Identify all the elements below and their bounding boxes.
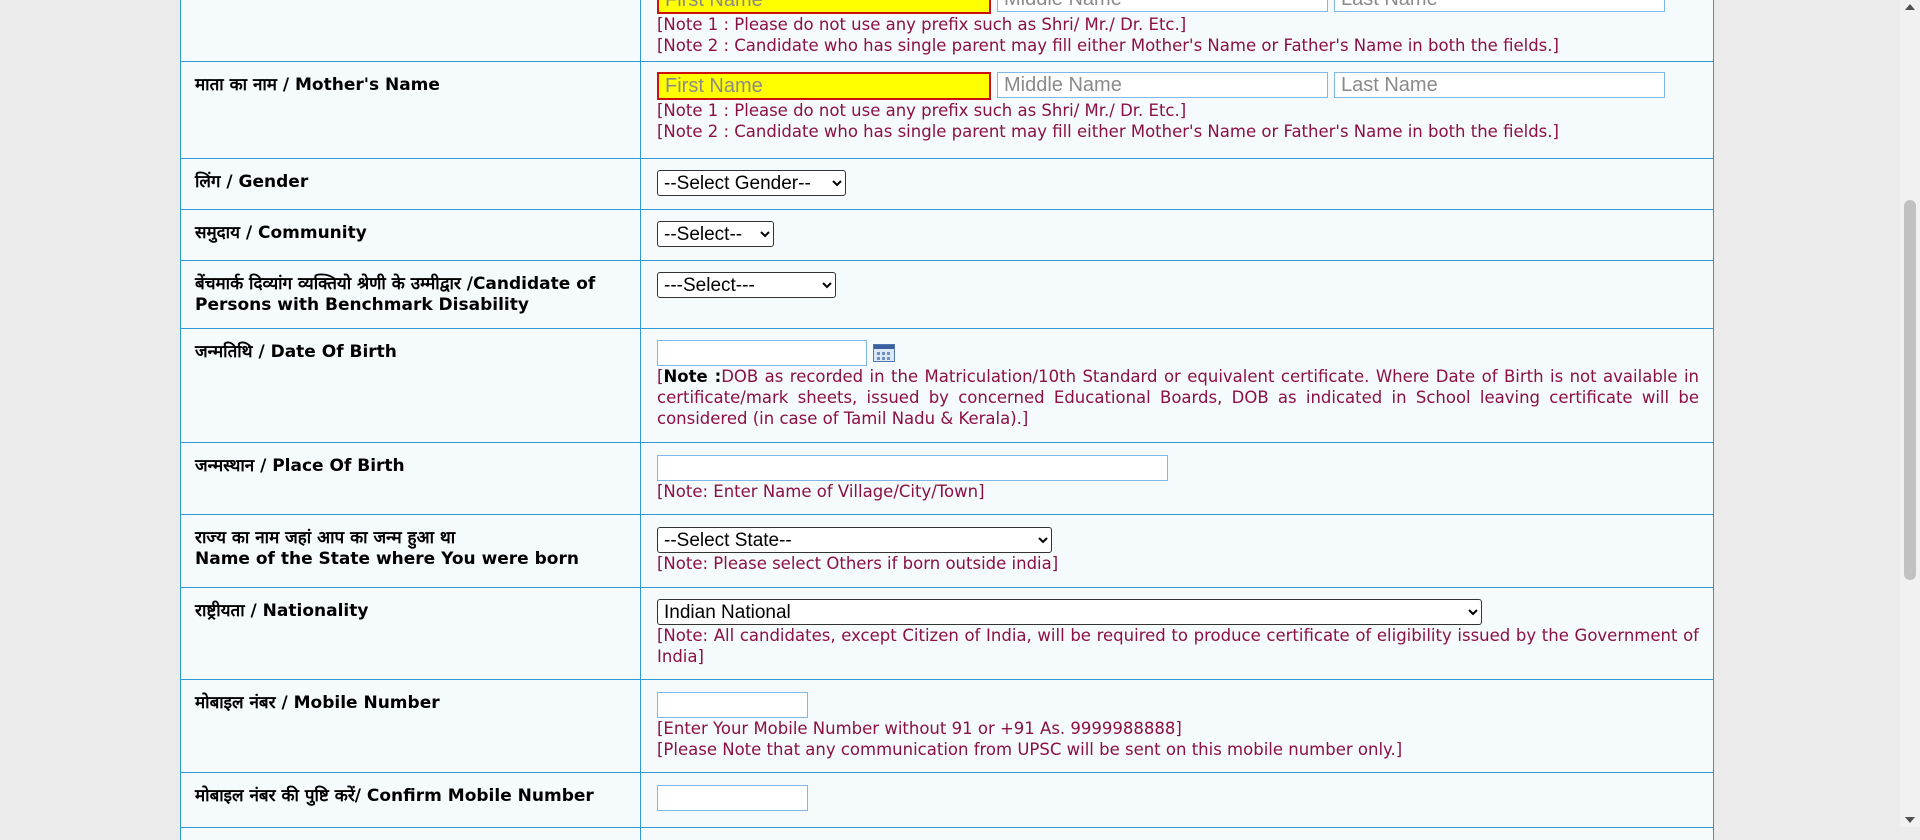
place-of-birth-input[interactable] bbox=[657, 455, 1168, 481]
birth-state-note: [Note: Please select Others if born outs… bbox=[657, 554, 1059, 573]
confirm-mobile-row: मोबाइल नंबर की पुष्टि करें/ Confirm Mobi… bbox=[181, 772, 1713, 828]
birth-state-label: राज्य का नाम जहां आप का जन्म हुआ था Name… bbox=[195, 528, 631, 570]
disability-row: बेंचमार्क दिव्यांग व्यक्तियो श्रेणी के उ… bbox=[181, 260, 1713, 329]
place-of-birth-note: [Note: Enter Name of Village/City/Town] bbox=[657, 482, 985, 501]
place-of-birth-row: जन्मस्थान / Place Of Birth [Note: Enter … bbox=[181, 442, 1713, 515]
birth-state-select[interactable]: --Select State-- bbox=[657, 527, 1052, 553]
mobile-note-1: [Enter Your Mobile Number without 91 or … bbox=[657, 719, 1182, 738]
birth-state-row: राज्य का नाम जहां आप का जन्म हुआ था Name… bbox=[181, 514, 1713, 588]
scroll-up-arrow-icon[interactable] bbox=[1905, 4, 1915, 10]
confirm-mobile-input[interactable] bbox=[657, 785, 808, 811]
community-row: समुदाय / Community --Select-- bbox=[181, 209, 1713, 261]
dob-row: जन्मतिथि / Date Of Birth [Note :DOB as r… bbox=[181, 328, 1713, 443]
father-note-2: [Note 2 : Candidate who has single paren… bbox=[657, 36, 1559, 55]
gender-row: लिंग / Gender --Select Gender-- bbox=[181, 158, 1713, 210]
mobile-row: मोबाइल नंबर / Mobile Number [Enter Your … bbox=[181, 679, 1713, 773]
nationality-select[interactable]: Indian National bbox=[657, 599, 1482, 625]
mobile-input[interactable] bbox=[657, 692, 808, 718]
mobile-note-2: [Please Note that any communication from… bbox=[657, 740, 1403, 759]
mothers-name-row: माता का नाम / Mother's Name [Note 1 : Pl… bbox=[181, 61, 1713, 159]
mother-first-name-input[interactable] bbox=[657, 72, 991, 100]
nationality-row: राष्ट्रीयता / Nationality Indian Nationa… bbox=[181, 587, 1713, 680]
birth-state-label-hindi: राज्य का नाम जहां आप का जन्म हुआ था bbox=[195, 528, 456, 548]
page-scrollbar[interactable] bbox=[1900, 0, 1920, 827]
scrollbar-thumb[interactable] bbox=[1904, 200, 1916, 580]
father-note-1: [Note 1 : Please do not use any prefix s… bbox=[657, 15, 1187, 34]
birth-state-label-english: Name of the State where You were born bbox=[195, 549, 579, 569]
application-form: [Note 1 : Please do not use any prefix s… bbox=[180, 0, 1714, 840]
community-label: समुदाय / Community bbox=[195, 223, 367, 243]
nationality-label: राष्ट्रीयता / Nationality bbox=[195, 601, 369, 621]
mother-last-name-input[interactable] bbox=[1334, 72, 1665, 98]
community-select[interactable]: --Select-- bbox=[657, 221, 774, 247]
scroll-down-arrow-icon[interactable] bbox=[1905, 817, 1915, 823]
nationality-note: [Note: All candidates, except Citizen of… bbox=[657, 626, 1699, 666]
mobile-label: मोबाइल नंबर / Mobile Number bbox=[195, 693, 440, 713]
dob-input[interactable] bbox=[657, 340, 867, 366]
dob-label: जन्मतिथि / Date Of Birth bbox=[195, 342, 397, 362]
disability-select[interactable]: ---Select--- bbox=[657, 272, 836, 298]
calendar-icon[interactable] bbox=[873, 344, 895, 362]
gender-select[interactable]: --Select Gender-- bbox=[657, 170, 846, 196]
confirm-mobile-label: मोबाइल नंबर की पुष्टि करें/ Confirm Mobi… bbox=[195, 786, 594, 806]
father-first-name-input[interactable] bbox=[657, 0, 991, 14]
disability-label: बेंचमार्क दिव्यांग व्यक्तियो श्रेणी के उ… bbox=[195, 274, 596, 315]
fathers-name-row: [Note 1 : Please do not use any prefix s… bbox=[181, 0, 1713, 62]
gender-label: लिंग / Gender bbox=[195, 172, 309, 192]
father-last-name-input[interactable] bbox=[1334, 0, 1665, 12]
place-of-birth-label: जन्मस्थान / Place Of Birth bbox=[195, 456, 405, 476]
mothers-name-label: माता का नाम / Mother's Name bbox=[195, 75, 440, 95]
mother-middle-name-input[interactable] bbox=[997, 72, 1328, 98]
dob-note: [Note :DOB as recorded in the Matriculat… bbox=[657, 367, 1699, 428]
mother-note-1: [Note 1 : Please do not use any prefix s… bbox=[657, 101, 1187, 120]
mother-note-2: [Note 2 : Candidate who has single paren… bbox=[657, 122, 1559, 141]
father-middle-name-input[interactable] bbox=[997, 0, 1328, 12]
